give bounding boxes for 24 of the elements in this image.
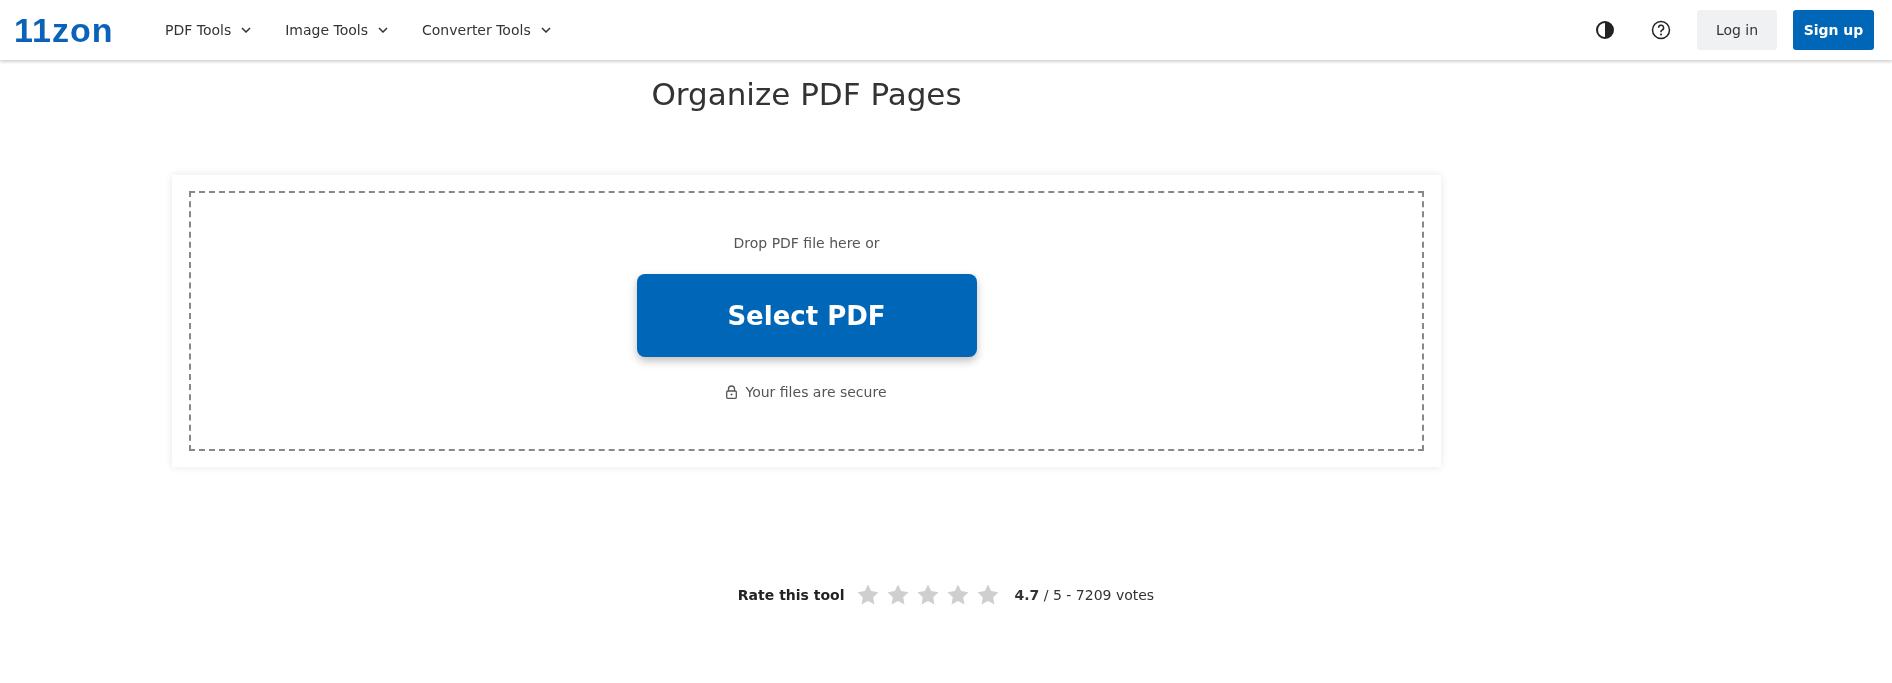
star-icon[interactable] <box>916 584 939 605</box>
rating-summary: 4.7 / 5 - 7209 votes <box>1014 586 1155 603</box>
star-icon[interactable] <box>886 584 909 605</box>
nav-menu[interactable]: Image Tools <box>285 22 388 38</box>
star-icon[interactable] <box>946 584 969 605</box>
chevron-down-icon <box>378 27 388 33</box>
star-icon[interactable] <box>976 584 999 605</box>
drop-hint: Drop PDF file here or <box>733 235 880 251</box>
signup-button[interactable]: Sign up <box>1793 10 1874 50</box>
lock-icon <box>726 385 738 399</box>
select-pdf-button[interactable]: Select PDF <box>636 274 977 357</box>
page-title: Organize PDF Pages <box>650 76 963 114</box>
nav-menu[interactable]: Converter Tools <box>422 22 551 38</box>
star-icon[interactable] <box>856 584 879 605</box>
chevron-down-icon <box>241 27 252 33</box>
login-button[interactable]: Log in <box>1697 10 1777 50</box>
contrast-icon[interactable] <box>1595 20 1615 40</box>
rating-label: Rate this tool <box>737 586 845 603</box>
chevron-down-icon <box>540 27 551 33</box>
security-note: Your files are secure <box>745 384 887 400</box>
logo[interactable]: 11zon <box>14 10 115 50</box>
drop-zone[interactable]: Drop PDF file here or Select PDF Your files are secure <box>189 191 1424 451</box>
help-icon[interactable] <box>1651 20 1671 40</box>
nav-menu[interactable]: PDF Tools <box>165 22 252 38</box>
